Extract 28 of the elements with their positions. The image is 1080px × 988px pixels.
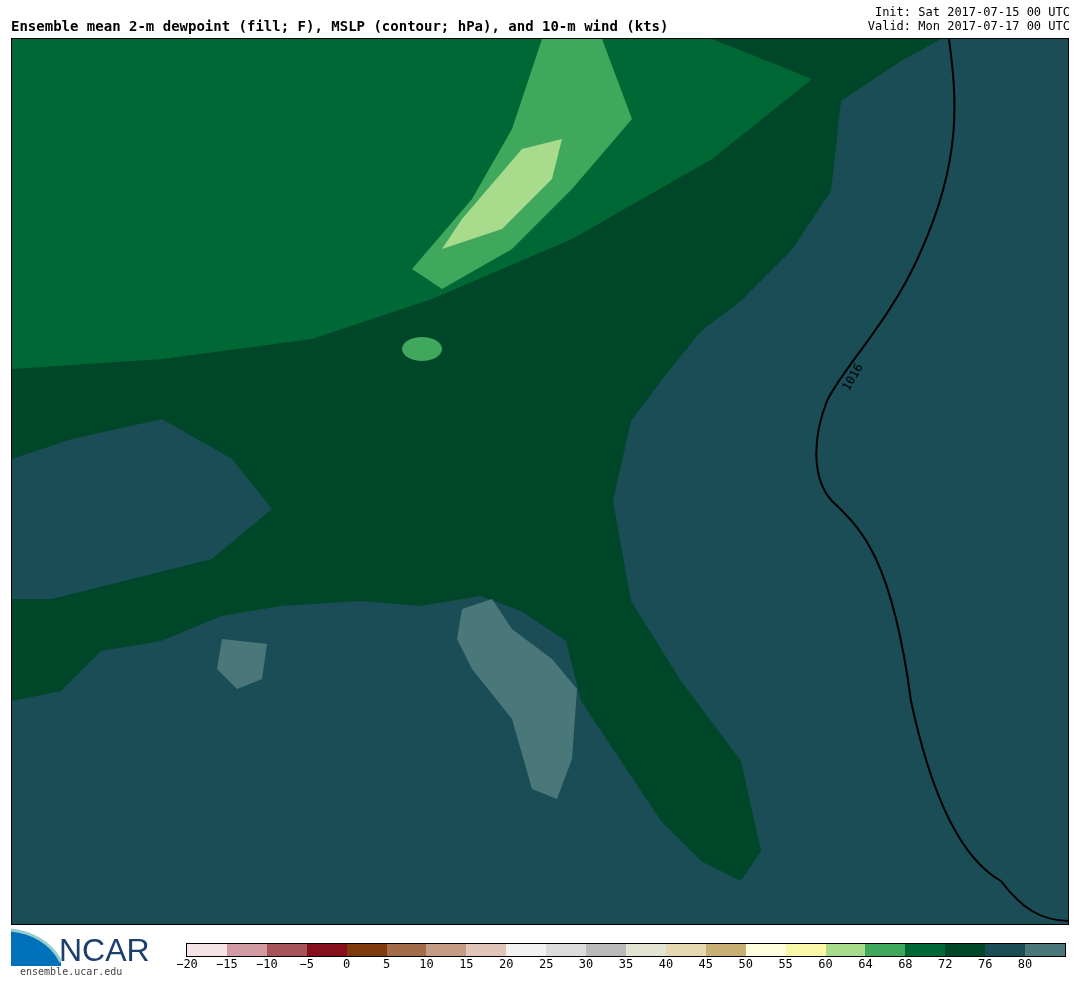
swoosh-icon <box>11 928 61 966</box>
tick-label: 64 <box>858 958 873 970</box>
init-time: Init: Sat 2017-07-15 00 UTC <box>874 5 1070 19</box>
tick-label: 50 <box>738 958 753 970</box>
tick-label: 76 <box>977 958 993 970</box>
tick-label: 60 <box>818 958 833 970</box>
tick-label: 80 <box>1017 958 1033 970</box>
tick-label: 10 <box>419 958 434 970</box>
tick-label: 0 <box>343 958 351 970</box>
tick-label: 40 <box>658 958 674 970</box>
tick-label: 25 <box>538 958 554 970</box>
tick-label: 5 <box>382 958 391 970</box>
tick-label: 30 <box>578 958 594 970</box>
logo-text: NCAR <box>59 934 150 966</box>
tick-label: −15 <box>216 958 238 970</box>
chart-title: Ensemble mean 2-m dewpoint (fill; F), MSLP (contour; hPa), and 10-m wind (kts) <box>11 19 669 33</box>
tick-label: −10 <box>255 958 278 970</box>
tick-label: −20 <box>176 958 198 970</box>
tick-label: −5 <box>299 958 314 970</box>
tick-label: 20 <box>499 958 514 970</box>
tick-label: 72 <box>938 958 953 970</box>
tick-label: 55 <box>778 958 793 970</box>
tick-label: 15 <box>459 958 474 970</box>
website-url: ensemble.ucar.edu <box>19 966 124 978</box>
tick-label: 68 <box>898 958 913 970</box>
valid-time: Valid: Mon 2017-07-17 00 UTC <box>867 19 1070 33</box>
tick-label: 45 <box>698 958 714 970</box>
tick-label: 35 <box>618 958 634 970</box>
